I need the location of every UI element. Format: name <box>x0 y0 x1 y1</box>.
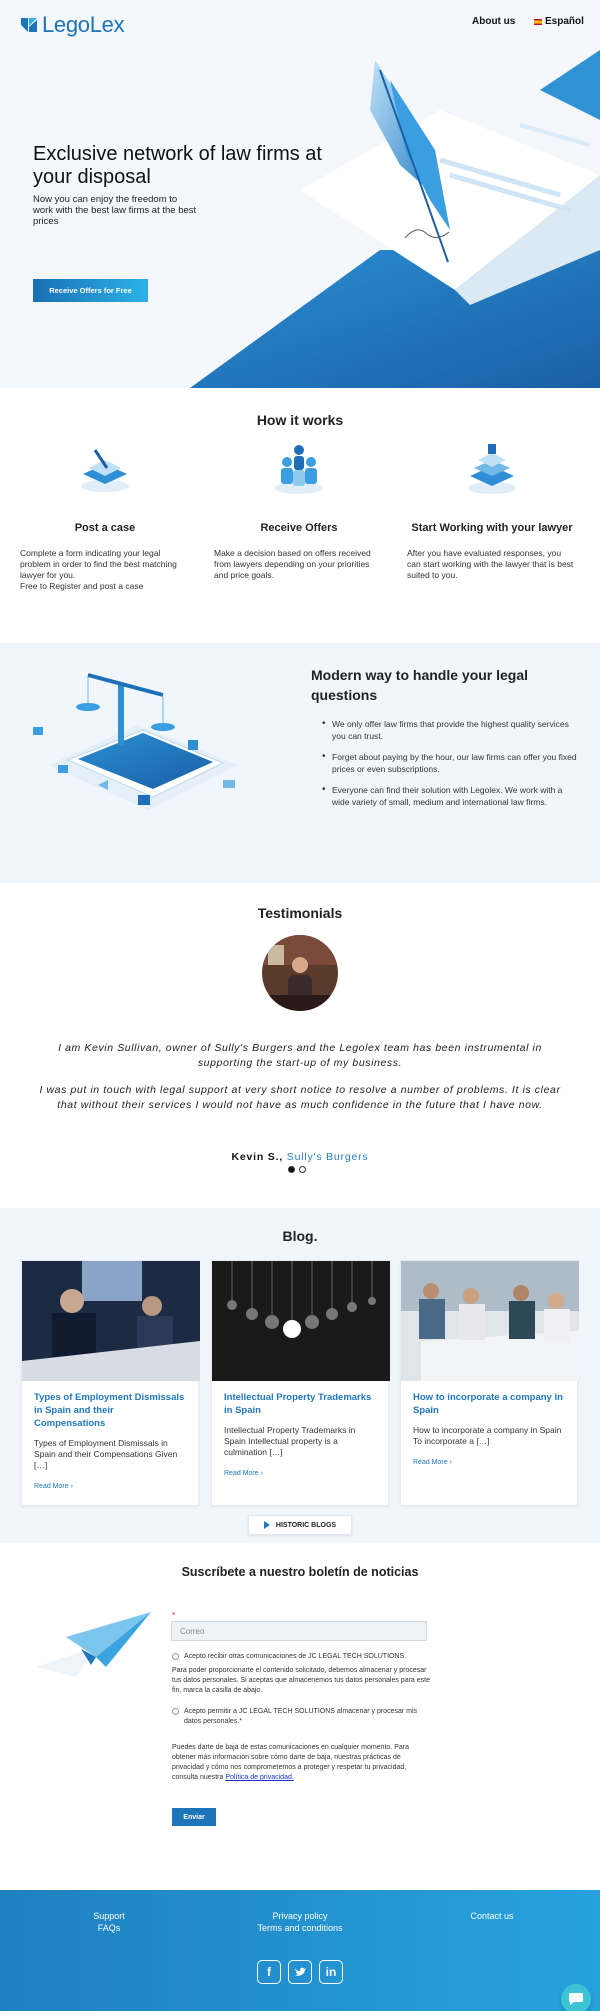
stack-icon <box>468 444 516 494</box>
twitter-bird-icon <box>295 1967 306 1976</box>
twitter-icon[interactable] <box>288 1960 312 1984</box>
facebook-icon[interactable]: f <box>257 1960 281 1984</box>
footer-faqs-link[interactable]: FAQs <box>82 1923 136 1933</box>
blog-section: Blog. Types of Employment Dismissals in … <box>0 1208 600 1543</box>
blog-card[interactable]: How to incorporate a company in Spain Ho… <box>400 1260 579 1506</box>
step-title: Start Working with your lawyer <box>411 522 573 534</box>
privacy-policy-link[interactable]: Política de privacidad. <box>225 1774 293 1781</box>
footer-privacy-link[interactable]: Privacy policy <box>240 1911 360 1921</box>
testimonial-quote: I am Kevin Sullivan, owner of Sully's Bu… <box>58 1042 542 1069</box>
blog-card-excerpt: How to incorporate a company in Spain To… <box>413 1425 562 1446</box>
nav-about-link[interactable]: About us <box>472 16 515 27</box>
blog-image-lightbulbs <box>212 1261 390 1381</box>
step-title: Post a case <box>74 522 136 534</box>
historic-blogs-button[interactable]: HISTORIC BLOGS <box>248 1515 352 1535</box>
blog-image-meeting <box>22 1261 200 1381</box>
testimonials-section: Testimonials I am Kevin Sullivan, owner … <box>0 883 600 1208</box>
step-text: Make a decision based on offers received… <box>214 548 371 580</box>
consent-checkbox[interactable] <box>172 1653 179 1660</box>
list-item: Forget about paying by the hour, our law… <box>322 751 582 775</box>
step-post-case: Post a case Complete a form indicating y… <box>20 438 190 592</box>
modern-way-section: Modern way to handle your legal question… <box>0 643 600 883</box>
language-label: Español <box>545 16 584 27</box>
step-text: Complete a form indicating your legal pr… <box>20 548 177 591</box>
testimonial-avatar <box>262 935 338 1011</box>
carousel-dot[interactable] <box>288 1166 295 1173</box>
hero-section: LegoLex About us Español Exclusive netwo… <box>0 0 600 388</box>
section-title: Testimonials <box>257 905 343 921</box>
receive-offers-button[interactable]: Receive Offers for Free <box>33 279 148 302</box>
how-it-works-section: How it works Post a case Complete a form… <box>0 388 600 643</box>
blog-image-office-team <box>401 1261 579 1381</box>
step-start-working: Start Working with your lawyer After you… <box>407 438 577 581</box>
linkedin-icon[interactable]: in <box>319 1960 343 1984</box>
footer-contact-link[interactable]: Contact us <box>455 1911 529 1921</box>
logo-mark-icon <box>21 18 37 32</box>
carousel-dot[interactable] <box>299 1166 306 1173</box>
read-more-link[interactable]: Read More › <box>401 1447 577 1466</box>
historic-blogs-label: HISTORIC BLOGS <box>275 1521 337 1529</box>
blog-card-excerpt: Types of Employment Dismissals in Spain … <box>34 1438 178 1470</box>
blog-card-excerpt: Intellectual Property Trademarks in Spai… <box>224 1425 356 1457</box>
hero-subtitle: Now you can enjoy the freedom to work wi… <box>33 194 197 227</box>
spain-flag-icon <box>534 18 542 25</box>
step-text: After you have evaluated responses, you … <box>407 548 574 580</box>
privacy-info-text: Para poder proporcionarte el contenido s… <box>172 1667 430 1694</box>
read-more-link[interactable]: Read More › <box>22 1471 198 1490</box>
blog-card-title[interactable]: Intellectual Property Trademarks in Spai… <box>212 1381 388 1417</box>
step-title: Receive Offers <box>260 522 338 534</box>
blog-card-title[interactable]: Types of Employment Dismissals in Spain … <box>22 1381 198 1430</box>
read-more-link[interactable]: Read More › <box>212 1458 388 1477</box>
footer-terms-link[interactable]: Terms and conditions <box>240 1923 360 1933</box>
brand-name: LegoLex <box>42 12 125 37</box>
benefits-list: We only offer law firms that provide the… <box>322 718 582 817</box>
consent-checkbox[interactable] <box>172 1708 179 1715</box>
consent-label: Acepto permitir a JC LEGAL TECH SOLUTION… <box>184 1708 418 1725</box>
newsletter-section: Suscríbete a nuestro boletín de noticias… <box>0 1543 600 1890</box>
language-selector[interactable]: Español <box>534 16 584 27</box>
section-title: Modern way to handle your legal question… <box>311 667 529 703</box>
list-item: Everyone can find their solution with Le… <box>322 784 582 808</box>
testimonial-quote: I was put in touch with legal support at… <box>39 1084 561 1111</box>
list-item: We only offer law firms that provide the… <box>322 718 582 742</box>
carousel-dots <box>288 1166 306 1173</box>
testimonial-author: Kevin S., Sully's Burgers <box>0 1151 600 1163</box>
author-company: Sully's Burgers <box>286 1151 369 1163</box>
chat-bubble-icon[interactable] <box>561 1984 591 2011</box>
site-footer: Support FAQs Privacy policy Terms and co… <box>0 1890 600 2011</box>
footer-support-link[interactable]: Support <box>82 1911 136 1921</box>
top-navbar: LegoLex About us Español <box>0 0 600 48</box>
consent-label: Acepto recibir otras comunicaciones de J… <box>184 1653 407 1660</box>
consent-communications[interactable]: Acepto recibir otras comunicaciones de J… <box>172 1652 432 1662</box>
brand-logo[interactable]: LegoLex <box>20 12 125 38</box>
author-name: Kevin S., <box>231 1151 284 1163</box>
hero-title: Exclusive network of law firms at your d… <box>33 143 322 188</box>
step-receive-offers: Receive Offers Make a decision based on … <box>214 438 384 581</box>
section-title: How it works <box>256 412 344 428</box>
justice-scale-phone-illustration <box>33 673 238 810</box>
section-title: Blog. <box>282 1228 318 1244</box>
email-field[interactable] <box>171 1621 427 1641</box>
consent-data-processing[interactable]: Acepto permitir a JC LEGAL TECH SOLUTION… <box>172 1707 432 1727</box>
unsubscribe-text: Puedes darte de baja de estas comunicaci… <box>172 1743 432 1783</box>
section-title: Suscríbete a nuestro boletín de noticias <box>181 1565 419 1579</box>
submit-button[interactable]: Enviar <box>172 1808 216 1826</box>
paper-plane-icon <box>36 1612 151 1677</box>
blog-card[interactable]: Types of Employment Dismissals in Spain … <box>21 1260 200 1506</box>
form-icon <box>81 449 129 492</box>
required-indicator: * <box>172 1611 176 1620</box>
blog-card-title[interactable]: How to incorporate a company in Spain <box>401 1381 577 1417</box>
people-icon <box>275 445 323 494</box>
blog-card[interactable]: Intellectual Property Trademarks in Spai… <box>211 1260 390 1506</box>
play-icon <box>263 1521 270 1529</box>
